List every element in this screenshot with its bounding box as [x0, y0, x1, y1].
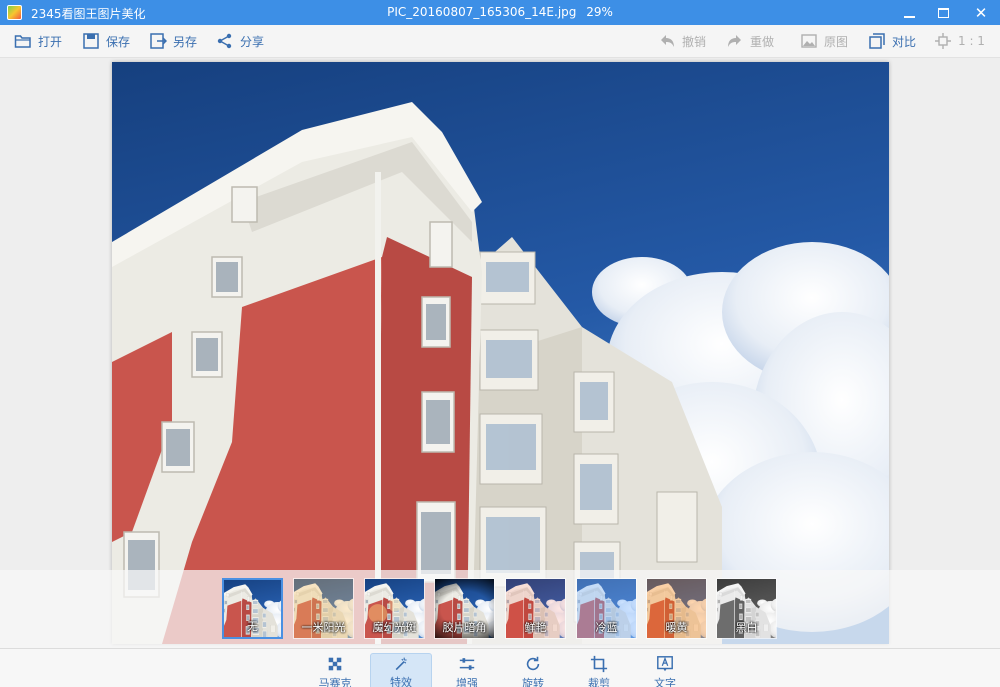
- undo-label: 撤销: [682, 34, 707, 49]
- mosaic-icon: [328, 657, 342, 671]
- actual-size-icon: [935, 33, 951, 49]
- filter-label: 一米阳光: [301, 621, 346, 634]
- tab-label: 裁剪: [588, 677, 610, 687]
- tab-enhance[interactable]: 增强: [436, 653, 498, 687]
- redo-button[interactable]: 重做: [726, 25, 774, 57]
- open-button[interactable]: 打开: [14, 25, 62, 57]
- actual-size-button[interactable]: 1 : 1: [934, 25, 985, 57]
- filter-thumb-vivid[interactable]: 鲜艳: [505, 578, 566, 639]
- tab-rotate[interactable]: 旋转: [502, 653, 564, 687]
- filter-thumb-bokeh[interactable]: 魔幻光斑: [364, 578, 425, 639]
- share-label: 分享: [240, 34, 265, 49]
- magic-wand-icon: [395, 657, 407, 671]
- tab-crop[interactable]: 裁剪: [568, 653, 630, 687]
- save-icon: [83, 33, 99, 49]
- save-button[interactable]: 保存: [82, 25, 130, 57]
- compare-label: 对比: [892, 34, 917, 49]
- compare-icon: [869, 33, 885, 49]
- edited-photo: [112, 62, 889, 644]
- sliders-icon: [459, 658, 475, 670]
- tab-label: 马赛克: [318, 677, 352, 687]
- filter-label: 魔幻光斑: [372, 621, 417, 634]
- filter-thumb-sunshine[interactable]: 一米阳光: [293, 578, 354, 639]
- title-bar: 2345看图王图片美化 PIC_20160807_165306_14E.jpg …: [0, 0, 1000, 25]
- tab-text[interactable]: 文字: [634, 653, 696, 687]
- close-button[interactable]: ✕: [964, 0, 998, 25]
- actual-size-label: 1 : 1: [958, 34, 985, 48]
- original-image-button[interactable]: 原图: [800, 25, 848, 57]
- tab-label: 增强: [456, 677, 478, 687]
- maximize-icon: [937, 7, 949, 18]
- tab-label: 旋转: [522, 677, 544, 687]
- filter-label: 冷蓝: [595, 621, 618, 634]
- tab-label: 文字: [654, 677, 676, 687]
- zoom-percent: 29%: [586, 5, 613, 19]
- original-image-label: 原图: [824, 34, 849, 49]
- undo-icon: [661, 35, 674, 47]
- share-button[interactable]: 分享: [216, 25, 264, 57]
- minimize-button[interactable]: [892, 0, 926, 25]
- file-name: PIC_20160807_165306_14E.jpg: [387, 5, 577, 19]
- tab-mosaic[interactable]: 马赛克: [304, 653, 366, 687]
- text-icon: [657, 656, 673, 672]
- filter-label: 胶片暗角: [442, 621, 487, 634]
- share-icon: [217, 33, 232, 49]
- save-as-button[interactable]: 另存: [149, 25, 197, 57]
- crop-icon: [590, 655, 608, 673]
- app-title: 2345看图王图片美化: [31, 7, 146, 21]
- filter-thumb-black-white[interactable]: 黑白: [716, 578, 777, 639]
- original-image-icon: [801, 34, 817, 48]
- undo-button[interactable]: 撤销: [658, 25, 706, 57]
- tab-effects[interactable]: 特效: [370, 653, 432, 687]
- save-as-icon: [150, 33, 167, 49]
- compare-button[interactable]: 对比: [868, 25, 916, 57]
- rotate-icon: [526, 656, 540, 671]
- filter-thumb-cool-blue[interactable]: 冷蓝: [576, 578, 637, 639]
- filter-thumb-vignette[interactable]: 胶片暗角: [434, 578, 495, 639]
- save-label: 保存: [106, 34, 131, 49]
- filter-label: 鲜艳: [524, 621, 547, 634]
- filter-thumb-warm-yellow[interactable]: 暖黄: [646, 578, 707, 639]
- redo-label: 重做: [750, 34, 775, 49]
- bottom-tab-bar: 马赛克 特效 增强 旋转 裁剪 文字: [0, 648, 1000, 687]
- redo-icon: [728, 35, 741, 47]
- app-logo-icon: [7, 5, 22, 20]
- image-canvas[interactable]: [0, 58, 1000, 648]
- file-title: PIC_20160807_165306_14E.jpg 29%: [0, 5, 1000, 19]
- filter-thumb-none[interactable]: 无: [222, 578, 283, 639]
- minimize-icon: [903, 15, 915, 18]
- filter-strip: 无 一米阳光 魔幻光斑 胶片暗角 鲜艳 冷蓝 暖黄 黑白: [0, 570, 1000, 648]
- open-label: 打开: [38, 34, 63, 49]
- folder-open-icon: [14, 35, 31, 48]
- maximize-button[interactable]: [926, 0, 960, 25]
- filter-label: 无: [247, 620, 258, 633]
- close-icon: ✕: [974, 3, 988, 22]
- tab-label: 特效: [390, 676, 412, 687]
- toolbar: 打开 保存 另存 分享 撤销 重做 原图 对比 1 : 1: [0, 25, 1000, 58]
- filter-label: 黑白: [735, 621, 758, 634]
- save-as-label: 另存: [173, 34, 198, 49]
- filter-label: 暖黄: [665, 621, 688, 634]
